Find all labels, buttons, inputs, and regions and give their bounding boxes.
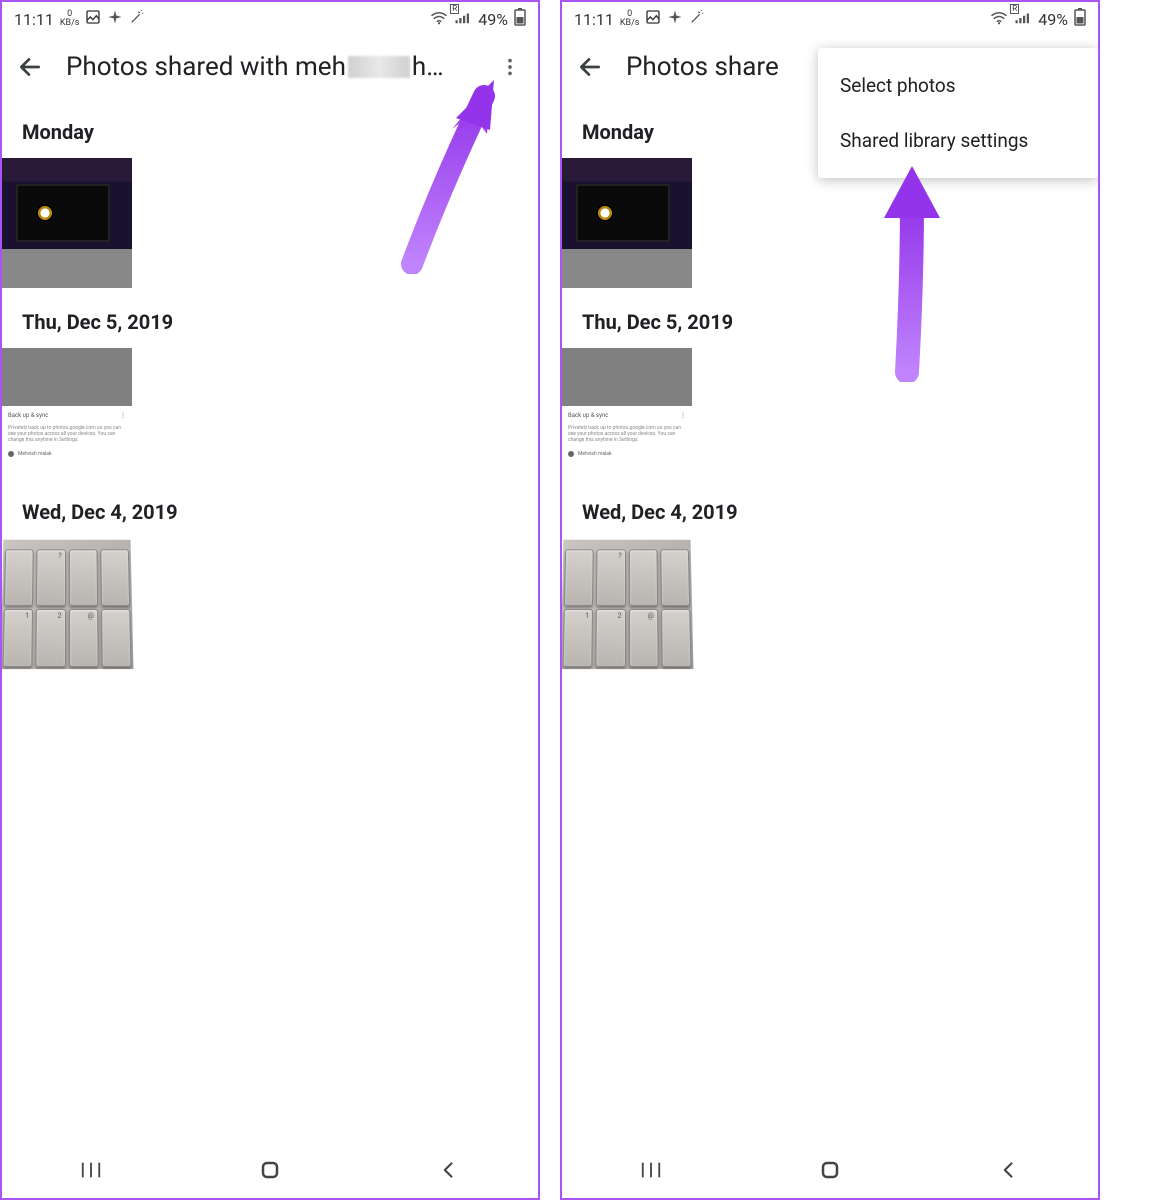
section-header: Wed, Dec 4, 2019 (562, 478, 1098, 538)
section-header: Monday (2, 98, 538, 158)
statusbar-netspeed: 0 KB/s (60, 10, 80, 28)
statusbar-time: 11:11 (574, 10, 614, 29)
photo-thumbnail[interactable] (562, 158, 692, 288)
menu-item-shared-library-settings[interactable]: Shared library settings (818, 113, 1098, 168)
section-header: Thu, Dec 5, 2019 (2, 288, 538, 348)
navigation-bar (562, 1142, 1098, 1198)
pinwheel-icon (667, 9, 683, 29)
wand-icon (689, 9, 705, 29)
more-options-button[interactable] (490, 47, 530, 87)
photos-content: Monday Thu, Dec 5, 2019 Back up & sync⋮ … (562, 98, 1098, 668)
chevron-left-icon (439, 1160, 459, 1180)
home-icon (258, 1158, 282, 1182)
nav-back[interactable] (409, 1150, 489, 1190)
photo-thumbnail[interactable]: Back up & sync⋮ Privately back up to pho… (562, 348, 692, 478)
nav-recents[interactable] (51, 1150, 131, 1190)
back-button[interactable] (10, 47, 50, 87)
signal-icon: R (1014, 10, 1032, 29)
page-title: Photos shared with mehh… (66, 52, 474, 82)
back-button[interactable] (570, 47, 610, 87)
nav-home[interactable] (230, 1150, 310, 1190)
wand-icon (129, 9, 145, 29)
statusbar: 11:11 0 KB/s R 49% (2, 2, 538, 36)
nav-recents[interactable] (611, 1150, 691, 1190)
phone-screen-right: 11:11 0 KB/s R 49% (560, 0, 1100, 1200)
menu-item-select-photos[interactable]: Select photos (818, 58, 1098, 113)
section-header: Wed, Dec 4, 2019 (2, 478, 538, 538)
phone-screen-left: 11:11 0 KB/s R 49% (0, 0, 540, 1200)
battery-pct: 49% (1038, 10, 1068, 29)
section-header: Thu, Dec 5, 2019 (562, 288, 1098, 348)
photos-content: Monday Thu, Dec 5, 2019 Back up & sync⋮ … (2, 98, 538, 668)
redacted-region (348, 56, 410, 78)
navigation-bar (2, 1142, 538, 1198)
image-icon (85, 9, 101, 29)
statusbar: 11:11 0 KB/s R 49% (562, 2, 1098, 36)
wifi-icon (430, 10, 448, 29)
recents-icon (640, 1159, 662, 1181)
photo-thumbnail[interactable]: ? 12@ (560, 540, 693, 669)
statusbar-netspeed: 0 KB/s (620, 10, 640, 28)
more-vert-icon (499, 56, 521, 78)
pinwheel-icon (107, 9, 123, 29)
arrow-left-icon (17, 54, 43, 80)
photo-thumbnail[interactable] (2, 158, 132, 288)
home-icon (818, 1158, 842, 1182)
signal-icon: R (454, 10, 472, 29)
chevron-left-icon (999, 1160, 1019, 1180)
battery-pct: 49% (478, 10, 508, 29)
recents-icon (80, 1159, 102, 1181)
overflow-menu: Select photos Shared library settings (818, 48, 1098, 178)
arrow-left-icon (577, 54, 603, 80)
nav-back[interactable] (969, 1150, 1049, 1190)
statusbar-time: 11:11 (14, 10, 54, 29)
photo-thumbnail[interactable]: ? 12@ (0, 540, 133, 669)
battery-icon (514, 8, 526, 30)
appbar: Photos shared with mehh… (2, 36, 538, 98)
nav-home[interactable] (790, 1150, 870, 1190)
image-icon (645, 9, 661, 29)
wifi-icon (990, 10, 1008, 29)
battery-icon (1074, 8, 1086, 30)
photo-thumbnail[interactable]: Back up & sync⋮ Privately back up to pho… (2, 348, 132, 478)
